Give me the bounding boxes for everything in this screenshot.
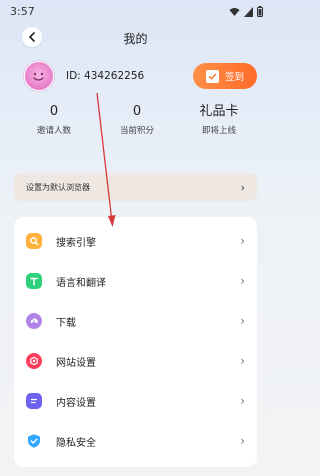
wifi-icon xyxy=(229,7,240,16)
content-settings-icon xyxy=(26,393,42,409)
menu-item-content-settings[interactable]: 内容设置 › xyxy=(14,381,257,421)
menu-item-label: 隐私安全 xyxy=(56,437,96,449)
chevron-right-icon: › xyxy=(240,180,245,194)
chevron-right-icon: › xyxy=(240,234,245,248)
menu-item-label: 语言和翻译 xyxy=(56,277,106,289)
website-settings-icon xyxy=(26,353,42,369)
checkin-button[interactable]: 签到 xyxy=(193,63,257,89)
profile-section: ID: 434262256 签到 xyxy=(0,58,271,98)
user-id: ID: 434262256 xyxy=(66,70,145,82)
translate-icon xyxy=(26,273,42,289)
chevron-right-icon: › xyxy=(240,394,245,408)
stat-label: 当前积分 xyxy=(119,126,154,136)
menu-item-label: 下载 xyxy=(56,317,76,329)
default-browser-banner[interactable]: 设置为默认浏览器 › xyxy=(14,173,257,201)
privacy-shield-icon xyxy=(26,433,42,449)
stats-row: 0 邀请人数 0 当前积分 礼品卡 即将上线 xyxy=(0,104,271,140)
stat-label: 邀请人数 xyxy=(36,126,71,136)
stat-value: 礼品卡 xyxy=(199,104,239,119)
page-title: 我的 xyxy=(123,32,148,46)
calendar-check-icon xyxy=(205,69,219,83)
menu-item-search-engine[interactable]: 搜索引擎 › xyxy=(14,221,257,261)
checkin-label: 签到 xyxy=(224,72,244,83)
chevron-right-icon: › xyxy=(240,314,245,328)
stat-points[interactable]: 0 当前积分 xyxy=(97,104,177,136)
default-browser-label: 设置为默认浏览器 xyxy=(26,182,90,192)
settings-menu: 搜索引擎 › 语言和翻译 › 下载 › 网站设置 › 内容设置 › 隐私安全 › xyxy=(14,217,257,467)
menu-item-download[interactable]: 下载 › xyxy=(14,301,257,341)
avatar[interactable] xyxy=(24,61,54,91)
stat-label: 即将上线 xyxy=(201,126,236,136)
stat-value: 0 xyxy=(132,104,142,119)
stat-invites[interactable]: 0 邀请人数 xyxy=(14,104,94,136)
status-icons xyxy=(229,6,263,17)
stat-value: 0 xyxy=(49,104,59,119)
header: 我的 xyxy=(0,26,271,50)
smiley-face-icon xyxy=(33,72,44,81)
menu-item-label: 网站设置 xyxy=(56,357,96,369)
stat-gift-card[interactable]: 礼品卡 即将上线 xyxy=(179,104,259,136)
chevron-right-icon: › xyxy=(240,274,245,288)
status-time: 3:57 xyxy=(10,5,35,18)
chevron-right-icon: › xyxy=(240,434,245,448)
battery-icon xyxy=(257,6,263,17)
menu-item-label: 内容设置 xyxy=(56,397,96,409)
signal-icon xyxy=(244,6,253,17)
chevron-right-icon: › xyxy=(240,354,245,368)
menu-item-language-translate[interactable]: 语言和翻译 › xyxy=(14,261,257,301)
menu-item-website-settings[interactable]: 网站设置 › xyxy=(14,341,257,381)
download-icon xyxy=(26,313,42,329)
status-bar: 3:57 xyxy=(0,0,271,24)
search-engine-icon xyxy=(26,233,42,249)
menu-item-privacy-security[interactable]: 隐私安全 › xyxy=(14,421,257,461)
menu-item-label: 搜索引擎 xyxy=(56,237,96,249)
